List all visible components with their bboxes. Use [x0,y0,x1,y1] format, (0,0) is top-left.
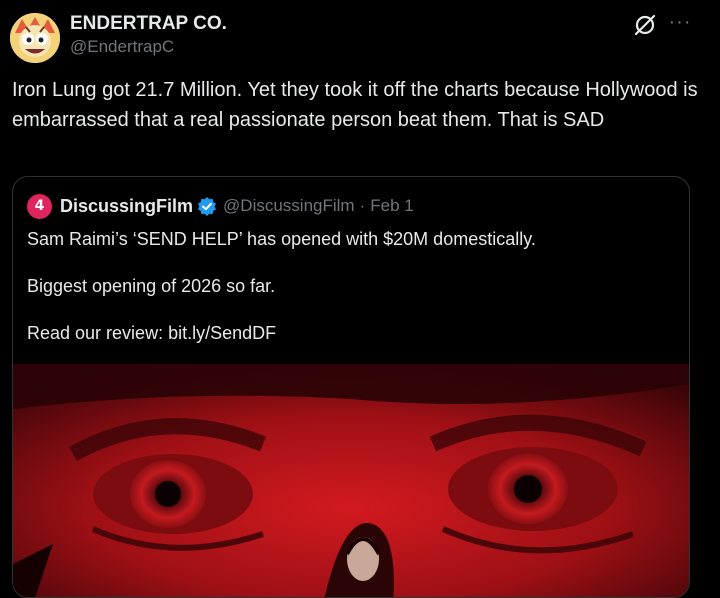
quoted-tweet-line-2: Biggest opening of 2026 so far. [27,276,276,296]
movie-poster-image [13,364,689,597]
quoted-tweet-media[interactable] [13,364,689,597]
tweet-text: Iron Lung got 21.7 Million. Yet they too… [12,79,698,131]
quoted-author-handle[interactable]: @DiscussingFilm [223,196,355,216]
quoted-tweet-date[interactable]: Feb 1 [370,196,413,216]
verified-badge-icon [198,197,217,216]
more-options-icon[interactable]: ··· [665,12,695,36]
quoted-tweet-header: 4 DiscussingFilm @DiscussingFilm · Feb 1 [27,193,414,219]
quoted-tweet-line-3: Read our review: bit.ly/SendDF [27,323,277,343]
quoted-author-name[interactable]: DiscussingFilm [60,196,193,217]
tweet: ENDERTRAP CO. @EndertrapC ··· Iron Lung … [0,0,720,598]
author-handle[interactable]: @EndertrapC [70,37,174,57]
grok-icon[interactable] [632,12,658,38]
separator-dot: · [359,196,366,215]
avatar-cartoon-icon [10,13,60,63]
quoted-tweet-line-1: Sam Raimi’s ‘SEND HELP’ has opened with … [27,229,536,249]
quoted-tweet[interactable]: 4 DiscussingFilm @DiscussingFilm · Feb 1… [12,176,690,598]
author-display-name[interactable]: ENDERTRAP CO. [70,13,227,35]
quoted-author-avatar[interactable]: 4 [27,193,52,219]
author-avatar[interactable] [10,13,60,63]
